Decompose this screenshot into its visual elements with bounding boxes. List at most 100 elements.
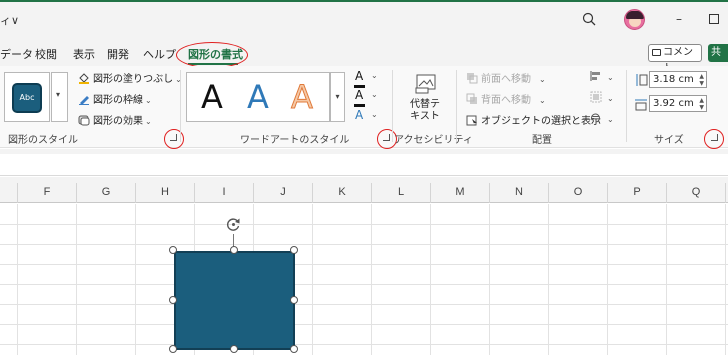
shape-width-value: 3.92 cm <box>653 98 694 109</box>
wordart-gallery[interactable]: A A A <box>186 72 330 122</box>
grid-line <box>371 204 372 355</box>
account-avatar[interactable] <box>624 9 645 30</box>
text-outline-icon: A <box>355 88 364 102</box>
spinner-icon[interactable]: ▲ ▼ <box>699 97 704 111</box>
shape-effects-button[interactable]: 図形の効果 ⌄ <box>78 112 152 127</box>
column-header-l[interactable]: L <box>372 186 430 198</box>
shape-height-icon <box>636 74 648 86</box>
column-header-g[interactable]: G <box>77 186 135 198</box>
spinner-icon[interactable]: ▲ ▼ <box>699 73 704 87</box>
grid-line <box>0 344 728 345</box>
highlight-circle-shape-styles-launcher <box>164 129 184 149</box>
selection-pane-icon <box>466 115 477 126</box>
comment-icon <box>652 49 661 56</box>
title-bar: ィ∨ – <box>0 0 728 36</box>
chevron-down-icon: ⌄ <box>145 96 152 105</box>
group-separator <box>180 70 181 142</box>
maximize-icon[interactable] <box>709 14 719 24</box>
column-header-j[interactable]: J <box>254 186 312 198</box>
minimize-icon[interactable]: – <box>672 12 686 26</box>
resize-handle-top[interactable] <box>230 246 238 254</box>
shape-style-gallery[interactable]: Abc <box>4 72 50 122</box>
chevron-down-icon: ⌄ <box>371 110 378 119</box>
grid-line <box>0 284 728 285</box>
grid-line <box>0 324 728 325</box>
column-header-m[interactable]: M <box>431 186 489 198</box>
chevron-down-icon: ⌄ <box>371 90 378 99</box>
ribbon-tab-bar: データ 校閲 表示 開発 ヘルプ 図形の書式 <box>0 36 728 66</box>
wordart-sample-orange[interactable]: A <box>291 80 314 115</box>
chevron-down-icon: ⌄ <box>539 96 546 105</box>
chevron-down-icon: ⌄ <box>607 115 614 124</box>
wordart-gallery-more[interactable]: ▾ <box>330 72 345 122</box>
column-header-o[interactable]: O <box>549 186 607 198</box>
formula-bar[interactable] <box>0 154 728 176</box>
group-separator <box>456 70 457 142</box>
wordart-sample-plain[interactable]: A <box>201 80 223 114</box>
worksheet-grid[interactable] <box>0 204 728 355</box>
send-backward-button[interactable]: 背面へ移動 ⌄ <box>466 91 546 106</box>
shape-style-gallery-more[interactable]: ▾ <box>51 72 68 122</box>
column-header-f[interactable]: F <box>18 186 76 198</box>
resize-handle-top-left[interactable] <box>169 246 177 254</box>
grid-line <box>0 304 728 305</box>
share-button[interactable]: 共 <box>708 44 728 62</box>
column-header-n[interactable]: N <box>490 186 548 198</box>
highlight-oval-shape-format-tab <box>176 42 248 68</box>
group-objects-button[interactable]: ⌄ <box>590 91 614 104</box>
window-title-fragment[interactable]: ィ∨ <box>0 12 19 28</box>
tab-data[interactable]: データ <box>0 46 33 62</box>
group-objects-icon <box>590 91 602 103</box>
grid-line <box>0 244 728 245</box>
send-backward-label: 背面へ移動 <box>481 95 531 106</box>
group-separator <box>392 70 393 142</box>
tab-developer[interactable]: 開発 <box>107 46 129 62</box>
text-fill-icon: A <box>355 69 364 83</box>
tab-view[interactable]: 表示 <box>73 46 95 62</box>
column-header-k[interactable]: K <box>313 186 371 198</box>
search-icon[interactable] <box>581 11 597 27</box>
grid-line <box>607 204 608 355</box>
align-button[interactable]: ⌄ <box>590 70 614 83</box>
group-label-accessibility: アクセシビリティ <box>394 135 473 146</box>
shape-fill-button[interactable]: 図形の塗りつぶし ⌄ <box>78 70 182 85</box>
alt-text-icon[interactable] <box>414 73 438 95</box>
selection-pane-label: オブジェクトの選択と表示 <box>481 116 601 127</box>
resize-handle-bottom[interactable] <box>230 345 238 353</box>
column-header-p[interactable]: P <box>608 186 666 198</box>
column-header-i[interactable]: I <box>195 186 253 198</box>
tab-help[interactable]: ヘルプ <box>143 46 176 62</box>
shape-outline-button[interactable]: 図形の枠線 ⌄ <box>78 91 152 106</box>
resize-handle-bottom-left[interactable] <box>169 345 177 353</box>
group-label-wordart-styles: ワードアートのスタイル <box>240 135 350 146</box>
group-separator <box>626 70 627 142</box>
resize-handle-left[interactable] <box>169 296 177 304</box>
selected-rectangle-shape[interactable] <box>174 251 295 350</box>
avatar-hair <box>626 11 644 19</box>
comments-button[interactable]: コメント <box>648 44 702 74</box>
tab-review[interactable]: 校閲 <box>35 46 57 62</box>
shape-effects-icon <box>78 115 90 126</box>
rotate-icon <box>591 113 600 123</box>
column-header-h[interactable]: H <box>136 186 194 198</box>
text-effects-icon: A <box>355 108 364 122</box>
resize-handle-top-right[interactable] <box>290 246 298 254</box>
shape-height-input[interactable]: 3.18 cm ▲ ▼ <box>649 71 707 88</box>
chevron-down-icon: ⌄ <box>607 94 614 103</box>
send-backward-icon <box>466 93 477 104</box>
resize-handle-bottom-right[interactable] <box>290 345 298 353</box>
alt-text-button[interactable]: 代替テキスト <box>410 99 440 123</box>
shape-width-input[interactable]: 3.92 cm ▲ ▼ <box>649 95 707 112</box>
column-header-q[interactable]: Q <box>667 186 725 198</box>
wordart-sample-blue[interactable]: A <box>247 80 269 114</box>
chevron-down-icon: ⌄ <box>145 117 152 126</box>
rotate-handle-icon[interactable] <box>225 216 242 233</box>
selection-pane-button[interactable]: オブジェクトの選択と表示 <box>466 112 601 127</box>
grid-line <box>725 204 726 355</box>
shape-style-sample[interactable]: Abc <box>12 83 42 113</box>
grid-line <box>0 264 728 265</box>
resize-handle-right[interactable] <box>290 296 298 304</box>
bring-forward-button[interactable]: 前面へ移動 ⌄ <box>466 70 546 85</box>
rotate-button[interactable]: ⌄ <box>590 112 614 125</box>
chevron-down-icon: ⌄ <box>371 71 378 80</box>
